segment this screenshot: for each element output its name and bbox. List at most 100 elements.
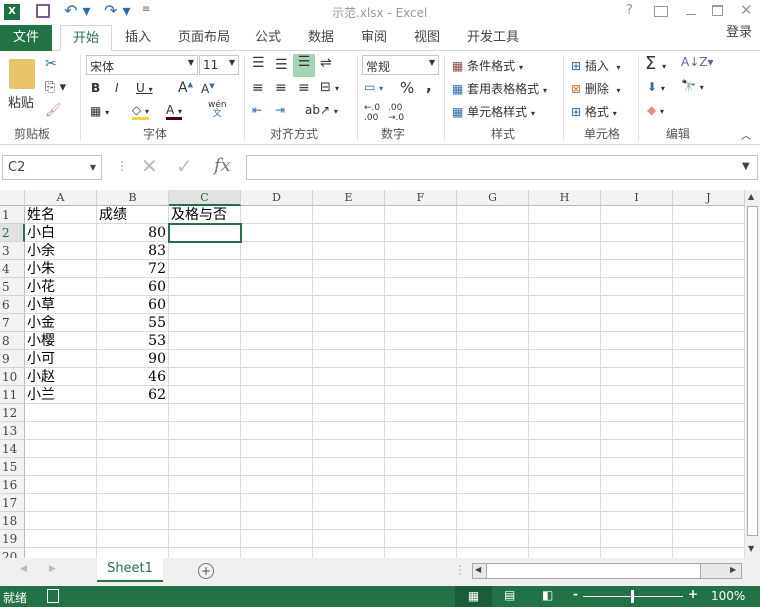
row-header[interactable]: 10: [0, 368, 25, 386]
ribbon-display-icon[interactable]: [654, 6, 668, 17]
cell-d17[interactable]: [241, 494, 313, 512]
cell-g13[interactable]: [457, 422, 529, 440]
cell-d3[interactable]: [241, 242, 313, 260]
cell-h17[interactable]: [529, 494, 601, 512]
cell-f12[interactable]: [385, 404, 457, 422]
cell-c6[interactable]: [169, 296, 241, 314]
new-sheet-icon[interactable]: +: [198, 563, 214, 579]
next-sheet-icon[interactable]: ▶: [49, 564, 56, 574]
cell-g6[interactable]: [457, 296, 529, 314]
cell-h4[interactable]: [529, 260, 601, 278]
cell-d5[interactable]: [241, 278, 313, 296]
phonetic-button[interactable]: wén 文: [208, 101, 227, 119]
row-header[interactable]: 9: [0, 350, 25, 368]
align-center-icon[interactable]: ≡: [275, 80, 287, 96]
cell-a16[interactable]: [25, 476, 97, 494]
tab-split-grip-icon[interactable]: ⋮: [454, 563, 466, 577]
percent-button[interactable]: %: [400, 79, 414, 97]
delete-cells-button[interactable]: ⊠ 删除 ▾: [571, 80, 621, 97]
cell-h2[interactable]: [529, 224, 601, 242]
cell-j3[interactable]: [673, 242, 745, 260]
cell-f1[interactable]: [385, 206, 457, 224]
tab-page-layout[interactable]: 页面布局: [166, 25, 242, 51]
cell-a3[interactable]: 小余: [25, 242, 97, 260]
cell-d7[interactable]: [241, 314, 313, 332]
cell-h18[interactable]: [529, 512, 601, 530]
cell-a12[interactable]: [25, 404, 97, 422]
cell-d11[interactable]: [241, 386, 313, 404]
accounting-format-icon[interactable]: ▭ ▾: [364, 80, 383, 94]
cell-a8[interactable]: 小樱: [25, 332, 97, 350]
cell-h11[interactable]: [529, 386, 601, 404]
cell-b16[interactable]: [97, 476, 169, 494]
cell-d9[interactable]: [241, 350, 313, 368]
cell-i6[interactable]: [601, 296, 673, 314]
cell-c4[interactable]: [169, 260, 241, 278]
cell-b3[interactable]: 83: [97, 242, 169, 260]
font-size-select[interactable]: 11 ▼: [199, 55, 239, 75]
cell-e14[interactable]: [313, 440, 385, 458]
name-box[interactable]: C2 ▼: [2, 155, 102, 180]
cell-b18[interactable]: [97, 512, 169, 530]
clear-icon[interactable]: ◆ ▾: [647, 103, 664, 117]
cell-c16[interactable]: [169, 476, 241, 494]
cell-j4[interactable]: [673, 260, 745, 278]
row-header[interactable]: 20: [0, 548, 25, 558]
cell-g7[interactable]: [457, 314, 529, 332]
row-header[interactable]: 13: [0, 422, 25, 440]
column-header-f[interactable]: F: [385, 190, 457, 206]
fill-icon[interactable]: ⬇ ▾: [647, 80, 665, 94]
tab-file[interactable]: 文件: [0, 25, 52, 51]
cell-e18[interactable]: [313, 512, 385, 530]
formula-input[interactable]: [246, 155, 758, 180]
font-color-icon[interactable]: A ▾: [166, 103, 183, 120]
row-header[interactable]: 15: [0, 458, 25, 476]
row-header[interactable]: 14: [0, 440, 25, 458]
cell-a5[interactable]: 小花: [25, 278, 97, 296]
cell-a19[interactable]: [25, 530, 97, 548]
cell-a13[interactable]: [25, 422, 97, 440]
macro-record-icon[interactable]: [47, 589, 59, 603]
cell-b14[interactable]: [97, 440, 169, 458]
cell-b6[interactable]: 60: [97, 296, 169, 314]
conditional-formatting-button[interactable]: ▦ 条件格式 ▾: [452, 57, 523, 74]
undo-icon[interactable]: ↶ ▾: [64, 1, 91, 20]
cell-e15[interactable]: [313, 458, 385, 476]
cell-a11[interactable]: 小兰: [25, 386, 97, 404]
cell-j10[interactable]: [673, 368, 745, 386]
autosum-icon[interactable]: Σ ▾: [645, 53, 666, 74]
cell-b20[interactable]: [97, 548, 169, 558]
cell-f6[interactable]: [385, 296, 457, 314]
cell-h12[interactable]: [529, 404, 601, 422]
insert-cells-button[interactable]: ⊞ 插入 ▾: [571, 57, 621, 74]
cell-g11[interactable]: [457, 386, 529, 404]
cell-b11[interactable]: 62: [97, 386, 169, 404]
cell-f18[interactable]: [385, 512, 457, 530]
cell-i10[interactable]: [601, 368, 673, 386]
align-top-icon[interactable]: ☰: [252, 55, 265, 71]
tab-home[interactable]: 开始: [60, 25, 113, 51]
cell-f20[interactable]: [385, 548, 457, 558]
column-header-g[interactable]: G: [457, 190, 529, 206]
cell-c5[interactable]: [169, 278, 241, 296]
cell-h6[interactable]: [529, 296, 601, 314]
cell-f4[interactable]: [385, 260, 457, 278]
row-header[interactable]: 18: [0, 512, 25, 530]
cell-e16[interactable]: [313, 476, 385, 494]
cell-g17[interactable]: [457, 494, 529, 512]
cell-g9[interactable]: [457, 350, 529, 368]
cell-g8[interactable]: [457, 332, 529, 350]
cell-b4[interactable]: 72: [97, 260, 169, 278]
cell-c1[interactable]: 及格与否: [169, 206, 241, 224]
cell-j6[interactable]: [673, 296, 745, 314]
cell-f7[interactable]: [385, 314, 457, 332]
cell-a6[interactable]: 小草: [25, 296, 97, 314]
align-right-icon[interactable]: ≡: [298, 80, 310, 96]
cell-c3[interactable]: [169, 242, 241, 260]
wrap-text-icon[interactable]: ⇌: [320, 55, 332, 71]
tab-formulas[interactable]: 公式: [243, 25, 293, 51]
cell-b17[interactable]: [97, 494, 169, 512]
cell-a17[interactable]: [25, 494, 97, 512]
format-cells-button[interactable]: ⊞ 格式 ▾: [571, 103, 617, 120]
cell-g4[interactable]: [457, 260, 529, 278]
